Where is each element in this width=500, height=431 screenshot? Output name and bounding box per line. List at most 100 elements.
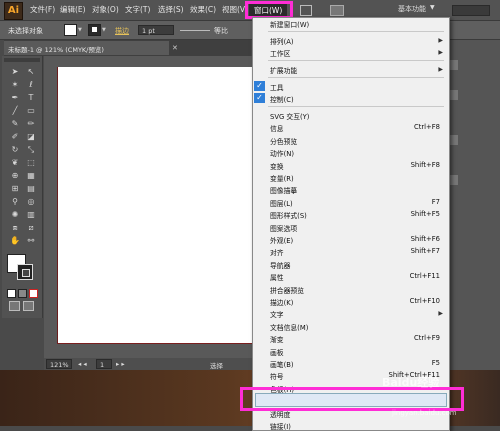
blend-tool-icon[interactable]: ◎	[25, 197, 37, 207]
menu-item[interactable]: 拼合器预览	[252, 283, 448, 295]
free-transform-tool-icon[interactable]: ⬚	[25, 158, 37, 168]
menu-item[interactable]: 图像描摹	[252, 183, 448, 195]
hand-tool-icon[interactable]: ✋	[9, 236, 21, 246]
workspace-switcher[interactable]: 基本功能	[398, 4, 426, 14]
menu-item-label: 外观(E)	[270, 237, 294, 245]
fill-swatch[interactable]	[64, 24, 77, 36]
direct-selection-tool-icon[interactable]: ↖	[25, 67, 37, 77]
slice-tool-icon[interactable]: ⧄	[25, 223, 37, 233]
lasso-tool-icon[interactable]: ℓ	[25, 80, 37, 90]
menu-item[interactable]: 画板	[252, 345, 448, 357]
eraser-tool-icon[interactable]: ◪	[25, 132, 37, 142]
zoom-tool-icon[interactable]: ⚯	[25, 236, 37, 246]
paintbrush-tool-icon[interactable]: ✎	[9, 119, 21, 129]
menu-effect[interactable]: 效果(C)	[190, 4, 216, 15]
menu-item[interactable]: 图形样式(S) Shift+F5	[252, 208, 448, 220]
blob-brush-tool-icon[interactable]: ✐	[9, 132, 21, 142]
menu-item-shortcut: F5	[431, 359, 440, 367]
search-field[interactable]	[452, 5, 490, 16]
stroke-profile[interactable]: 等比	[214, 26, 228, 36]
menu-item-label: 文字	[270, 311, 284, 320]
artboard[interactable]	[57, 67, 253, 344]
menu-item[interactable]: 链接(I)	[252, 419, 448, 431]
symbol-sprayer-tool-icon[interactable]: ✺	[9, 210, 21, 220]
artboard-number[interactable]: 1	[96, 359, 112, 369]
stroke-swatch[interactable]	[88, 24, 101, 36]
arrange-documents-icon[interactable]	[330, 5, 344, 16]
menu-type[interactable]: 文字(T)	[125, 4, 150, 15]
bridge-icon[interactable]	[300, 5, 312, 16]
menu-item[interactable]: 信息 Ctrl+F8	[252, 121, 448, 133]
menu-item-label: 链接(I)	[270, 423, 291, 431]
perspective-grid-tool-icon[interactable]: ▦	[25, 171, 37, 181]
menu-item[interactable]: 外观(E) Shift+F6	[252, 233, 448, 245]
fill-dropdown-icon[interactable]: ▼	[78, 27, 82, 33]
menu-item-label: 拼合器预览	[270, 286, 304, 295]
checkmark-icon: ✓	[254, 93, 265, 103]
menu-item-new-window[interactable]: 新建窗口(W)	[252, 17, 448, 29]
menu-item[interactable]: 对齐 Shift+F7	[252, 245, 448, 257]
pen-tool-icon[interactable]: ✒	[9, 93, 21, 103]
menu-item[interactable]: 排列(A) ▶	[252, 34, 448, 46]
menu-item[interactable]: 动作(N)	[252, 146, 448, 158]
gradient-mode-icon[interactable]	[18, 289, 27, 298]
eyedropper-tool-icon[interactable]: ⚲	[9, 197, 21, 207]
rotate-tool-icon[interactable]: ↻	[9, 145, 21, 155]
document-tab[interactable]: 未标题-1 @ 121% (CMYK/预览)	[4, 41, 169, 55]
menu-item[interactable]: 控制(C) ✓	[252, 92, 448, 104]
menu-item-shortcut: Ctrl+F9	[413, 334, 440, 343]
menu-item[interactable]: 工作区 ▶	[252, 46, 448, 58]
menu-object[interactable]: 对象(O)	[92, 4, 119, 15]
rectangle-tool-icon[interactable]: ▭	[25, 106, 37, 116]
menu-item[interactable]: 属性 Ctrl+F11	[252, 270, 448, 282]
warp-tool-icon[interactable]: ❦	[9, 158, 21, 168]
menu-item[interactable]: 工具 ✓	[252, 80, 448, 92]
menu-item-label: 信息	[270, 125, 284, 134]
artboard-nav-next-icon[interactable]: ▸ ▸	[116, 360, 125, 368]
menu-item[interactable]: 变换 Shift+F8	[252, 159, 448, 171]
stroke-label[interactable]: 描边	[115, 26, 129, 36]
menu-item-label: 排列(A)	[270, 38, 294, 46]
column-graph-tool-icon[interactable]: ▥	[25, 210, 37, 220]
selection-tool-icon[interactable]: ➤	[9, 67, 21, 77]
menu-item[interactable]: 分色预览	[252, 134, 448, 146]
screen-mode-icon[interactable]	[23, 301, 34, 311]
pencil-tool-icon[interactable]: ✏	[25, 119, 37, 129]
artboard-tool-icon[interactable]: ⧈	[9, 223, 21, 233]
status-mode: 选择	[210, 362, 223, 370]
zoom-level[interactable]: 121%	[46, 359, 72, 369]
menu-file[interactable]: 文件(F)	[30, 4, 55, 15]
scale-tool-icon[interactable]: ⤡	[25, 145, 37, 155]
close-tab-icon[interactable]: ✕	[172, 44, 178, 52]
color-mode-icon[interactable]	[7, 289, 16, 298]
stroke-color-box[interactable]	[17, 264, 33, 280]
menu-item[interactable]: SVG 交互(Y)	[252, 109, 448, 121]
menu-item-label: 符号	[270, 373, 284, 382]
menu-item-shortcut: Shift+F8	[410, 160, 440, 169]
menu-edit[interactable]: 编辑(E)	[60, 4, 86, 15]
menu-item[interactable]: 变量(R)	[252, 171, 448, 183]
gradient-tool-icon[interactable]: ▤	[25, 184, 37, 194]
magic-wand-tool-icon[interactable]: ✶	[9, 80, 21, 90]
menu-item[interactable]: 文字 ▶	[252, 307, 448, 319]
menu-item[interactable]: 导航器	[252, 258, 448, 270]
artboard-nav-prev-icon[interactable]: ◂ ◂	[78, 360, 87, 368]
none-mode-icon[interactable]	[29, 289, 38, 298]
menu-item-label: 变换	[270, 162, 284, 171]
draw-mode-icon[interactable]	[9, 301, 20, 311]
stroke-weight-input[interactable]: 1 pt	[138, 25, 174, 35]
menu-item[interactable]: 渐变 Ctrl+F9	[252, 332, 448, 344]
stroke-dropdown-icon[interactable]: ▼	[102, 27, 106, 33]
menu-select[interactable]: 选择(S)	[158, 4, 184, 15]
line-tool-icon[interactable]: ╱	[9, 106, 21, 116]
menu-item[interactable]: 描边(K) Ctrl+F10	[252, 295, 448, 307]
toolbox-grip[interactable]	[4, 58, 40, 62]
mesh-tool-icon[interactable]: ⊞	[9, 184, 21, 194]
type-tool-icon[interactable]: T	[25, 93, 37, 103]
menu-item[interactable]: 图案选项	[252, 221, 448, 233]
menu-item[interactable]: 画笔(B) F5	[252, 357, 448, 369]
menu-item[interactable]: 扩展功能 ▶	[252, 63, 448, 75]
menu-item[interactable]: 文档信息(M)	[252, 320, 448, 332]
menu-item[interactable]: 图层(L) F7	[252, 196, 448, 208]
shape-builder-tool-icon[interactable]: ⊕	[9, 171, 21, 181]
